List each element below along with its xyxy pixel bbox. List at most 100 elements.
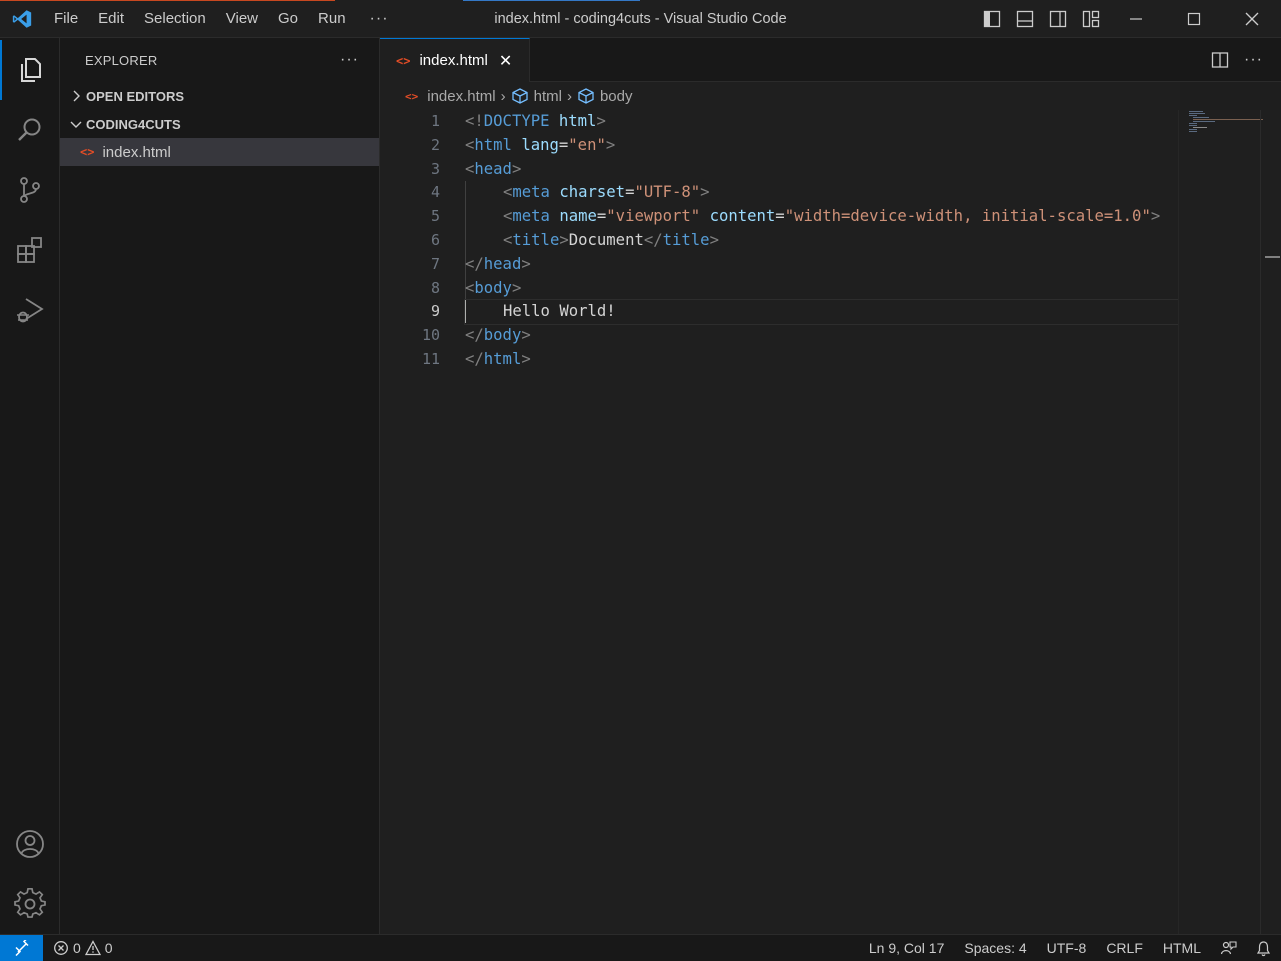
window-controls <box>1107 0 1281 38</box>
breadcrumb-file[interactable]: index.html <box>427 88 495 105</box>
tag-name: body <box>483 326 522 345</box>
menu-go[interactable]: Go <box>268 0 308 38</box>
notifications-button[interactable] <box>1246 940 1281 957</box>
toggle-secondary-sidebar-icon[interactable] <box>1048 9 1068 29</box>
problems-indicator[interactable]: 0 0 <box>43 940 113 956</box>
menu-edit[interactable]: Edit <box>88 0 134 38</box>
tag-name: title <box>512 230 560 249</box>
activity-search[interactable] <box>0 100 60 160</box>
code-line-10: </body> <box>465 324 1180 348</box>
toggle-primary-sidebar-icon[interactable] <box>982 9 1002 29</box>
tab-label: index.html <box>419 52 488 69</box>
code-line-6: <title>Document</title> <box>465 229 1180 253</box>
remote-indicator-button[interactable] <box>0 934 43 961</box>
punct: > <box>596 112 606 130</box>
feedback-button[interactable] <box>1211 940 1246 957</box>
attr-name: charset <box>559 183 626 202</box>
punct: > <box>700 183 710 202</box>
punct: > <box>559 230 569 249</box>
line-number-active: 9 <box>430 302 440 321</box>
minimap-line <box>1189 131 1197 132</box>
menu-selection[interactable]: Selection <box>134 0 216 38</box>
code-line-1: <!DOCTYPE html> <box>465 110 1180 134</box>
explorer-icon <box>21 58 41 82</box>
split-editor-icon[interactable] <box>1210 50 1230 70</box>
language-mode[interactable]: HTML <box>1153 935 1211 961</box>
punct: < <box>465 135 475 154</box>
activity-run-debug[interactable] <box>0 280 60 340</box>
activity-extensions[interactable] <box>0 220 60 280</box>
equals: = <box>596 207 607 226</box>
activity-accounts[interactable] <box>0 814 60 874</box>
scroll-cursor-marker <box>1265 256 1280 258</box>
html-file-icon: <> <box>80 145 95 159</box>
minimap-line <box>1189 115 1197 116</box>
maximize-icon <box>1187 12 1201 26</box>
minimap-line <box>1193 117 1209 118</box>
line-number: 4 <box>430 183 440 202</box>
end-of-line[interactable]: CRLF <box>1096 935 1153 961</box>
punct: < <box>465 278 475 297</box>
menu-file[interactable]: File <box>44 0 88 38</box>
line-number: 1 <box>430 112 440 130</box>
minimize-button[interactable] <box>1107 0 1165 38</box>
punct: > <box>605 135 616 154</box>
equals: = <box>558 135 569 154</box>
code-editor[interactable]: 1 2 3 4 5 6 7 8 9 10 11 <!DOCTYPE html> … <box>380 110 1281 934</box>
vertical-scrollbar[interactable] <box>1260 110 1281 934</box>
minimap-line <box>1189 113 1205 114</box>
customize-layout-icon[interactable] <box>1081 9 1101 29</box>
punct: </ <box>643 230 663 249</box>
chevron-right-icon <box>73 90 80 102</box>
code-line-8: <body> <box>465 277 1180 301</box>
punct: <! <box>465 112 484 130</box>
line-number: 10 <box>421 326 440 345</box>
settings-gear-icon <box>14 888 46 918</box>
activity-source-control[interactable] <box>0 160 60 220</box>
toggle-panel-icon[interactable] <box>1015 9 1035 29</box>
menu-run[interactable]: Run <box>308 0 356 38</box>
menu-more-button[interactable]: ··· <box>356 10 403 28</box>
breadcrumb: <> index.html › html › body <box>380 82 1180 110</box>
activity-explorer[interactable] <box>0 40 60 100</box>
line-number: 2 <box>430 135 440 154</box>
encoding[interactable]: UTF-8 <box>1037 935 1097 961</box>
line-number: 6 <box>430 230 440 249</box>
attr-value: "UTF-8" <box>634 183 701 202</box>
file-item-index-html[interactable]: <> index.html <box>60 138 379 166</box>
feedback-icon <box>1220 941 1237 955</box>
maximize-button[interactable] <box>1165 0 1223 38</box>
close-window-button[interactable] <box>1223 0 1281 38</box>
minimap-line <box>1193 127 1207 128</box>
breadcrumb-body[interactable]: body <box>600 88 633 105</box>
sidebar-header: EXPLORER ··· <box>60 38 379 82</box>
activity-manage[interactable] <box>0 874 60 934</box>
line-number: 8 <box>430 278 440 297</box>
equals: = <box>775 207 785 226</box>
tag-name: body <box>474 278 512 297</box>
line-number: 11 <box>421 349 440 368</box>
cursor-position[interactable]: Ln 9, Col 17 <box>859 935 955 961</box>
editor-more-button[interactable]: ··· <box>1244 50 1263 70</box>
tag-name: meta <box>512 183 550 202</box>
warning-count: 0 <box>104 940 113 956</box>
punct: < <box>503 183 513 202</box>
text-content: Document <box>568 230 644 249</box>
indentation[interactable]: Spaces: 4 <box>954 935 1036 961</box>
minimize-icon <box>1130 18 1142 20</box>
tab-index-html[interactable]: <> index.html ✕ <box>380 38 530 82</box>
tab-close-button[interactable]: ✕ <box>499 51 512 71</box>
menu-view[interactable]: View <box>216 0 268 38</box>
section-workspace-folder[interactable]: CODING4CUTS <box>60 110 379 138</box>
section-open-editors[interactable]: OPEN EDITORS <box>60 82 379 110</box>
sidebar-more-button[interactable]: ··· <box>340 51 359 69</box>
symbol-element-icon <box>578 88 594 104</box>
tag-name: head <box>483 254 522 273</box>
breadcrumb-html[interactable]: html <box>534 88 562 105</box>
code-line-5: <meta name="viewport" content="width=dev… <box>465 205 1180 229</box>
code-content[interactable]: <!DOCTYPE html> <html lang="en"> <head> … <box>464 110 1181 372</box>
tag-name: html <box>483 349 522 368</box>
search-icon <box>18 118 41 141</box>
